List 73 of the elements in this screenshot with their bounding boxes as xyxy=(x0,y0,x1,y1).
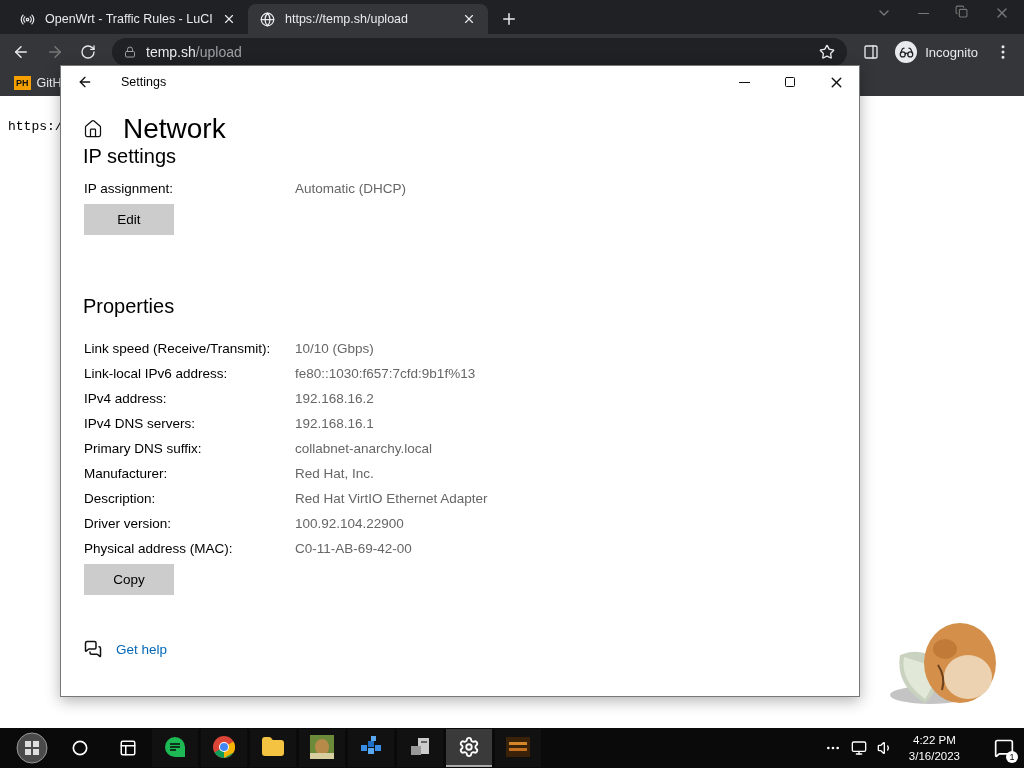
forward-icon[interactable] xyxy=(46,43,64,61)
taskbar-app[interactable] xyxy=(348,729,394,767)
lock-icon xyxy=(124,46,136,58)
close-icon[interactable] xyxy=(462,12,476,26)
globe-icon xyxy=(260,11,275,27)
display-icon xyxy=(506,737,530,757)
property-label: IPv4 address: xyxy=(84,391,168,406)
property-value: 100.92.104.22900 xyxy=(295,516,404,531)
address-path: /upload xyxy=(195,44,242,60)
home-icon[interactable] xyxy=(83,119,103,139)
property-value: C0-11-AB-69-42-00 xyxy=(295,541,412,556)
close-icon[interactable] xyxy=(222,12,236,26)
settings-icon xyxy=(458,736,480,758)
property-label: Link speed (Receive/Transmit): xyxy=(84,341,272,356)
notification-badge: 1 xyxy=(1006,751,1018,763)
address-bar[interactable]: temp.sh/upload xyxy=(112,38,848,66)
property-value: Automatic (DHCP) xyxy=(295,181,407,196)
property-value: 10/10 (Gbps) xyxy=(295,341,374,356)
notification-button[interactable]: 1 xyxy=(984,732,1024,764)
address-host: temp.sh xyxy=(146,44,196,60)
bookmark-icon: PH xyxy=(14,76,31,90)
copy-button[interactable]: Copy xyxy=(84,564,174,595)
edit-button[interactable]: Edit xyxy=(84,204,174,235)
property-label: Description: xyxy=(84,491,157,506)
minimize-icon xyxy=(738,81,750,83)
maximize-icon xyxy=(784,76,796,88)
property-label: IPv4 DNS servers: xyxy=(84,416,197,431)
property-label: Link-local IPv6 address: xyxy=(84,366,229,381)
notification-icon xyxy=(994,738,1014,758)
clock[interactable]: 4:22 PM 3/16/2023 xyxy=(902,732,974,764)
page-heading: Network xyxy=(123,113,226,145)
taskbar-app[interactable] xyxy=(152,729,198,767)
taskbar-app[interactable] xyxy=(299,729,345,767)
game-icon xyxy=(310,735,334,759)
help-icon xyxy=(84,640,102,658)
chat-icon xyxy=(164,736,186,758)
section-heading: Properties xyxy=(83,295,176,318)
browser-icon xyxy=(212,735,236,759)
folder-icon xyxy=(261,735,285,759)
minimize-icon[interactable] xyxy=(918,12,929,14)
reload-icon[interactable] xyxy=(80,44,96,60)
property-label: IP assignment: xyxy=(84,181,175,196)
back-icon[interactable] xyxy=(77,74,93,90)
help-link[interactable]: Get help xyxy=(116,641,168,657)
taskbar-app[interactable] xyxy=(446,729,492,767)
property-value: collabnet-anarchy.local xyxy=(295,441,433,456)
network-icon[interactable] xyxy=(850,740,867,756)
property-value: Red Hat, Inc. xyxy=(295,466,374,481)
property-value: 192.168.16.2 xyxy=(295,391,374,406)
new-tab-icon[interactable] xyxy=(500,10,518,28)
back-icon[interactable] xyxy=(12,43,30,61)
taskbar-app[interactable] xyxy=(397,729,443,767)
side-panel-icon[interactable] xyxy=(863,44,880,60)
property-value: Red Hat VirtIO Ethernet Adapter xyxy=(295,491,488,506)
taskbar-app[interactable] xyxy=(201,729,247,767)
browser-tab[interactable]: https://temp.sh/upload xyxy=(248,4,488,34)
star-icon[interactable] xyxy=(819,44,836,60)
window-title: Settings xyxy=(121,75,167,89)
page-text: https:/ xyxy=(8,119,63,134)
search-icon xyxy=(72,740,88,756)
property-label: Manufacturer: xyxy=(84,466,169,481)
property-label: Driver version: xyxy=(84,516,173,531)
restore-icon[interactable] xyxy=(955,5,968,18)
property-label: Primary DNS suffix: xyxy=(84,441,203,456)
section-heading: IP settings xyxy=(83,144,177,168)
property-label: Physical address (MAC): xyxy=(84,541,234,556)
browser-tab[interactable]: OpenWrt - Traffic Rules - LuCI xyxy=(8,4,248,34)
profile-button[interactable]: Incognito xyxy=(895,41,978,63)
property-value: fe80::1030:f657:7cfd:9b1f%13 xyxy=(295,366,476,381)
task-view-icon xyxy=(119,739,137,757)
taskbar-app[interactable] xyxy=(495,729,541,767)
taskbar-app[interactable] xyxy=(250,729,296,767)
property-value: 192.168.16.1 xyxy=(295,416,374,431)
